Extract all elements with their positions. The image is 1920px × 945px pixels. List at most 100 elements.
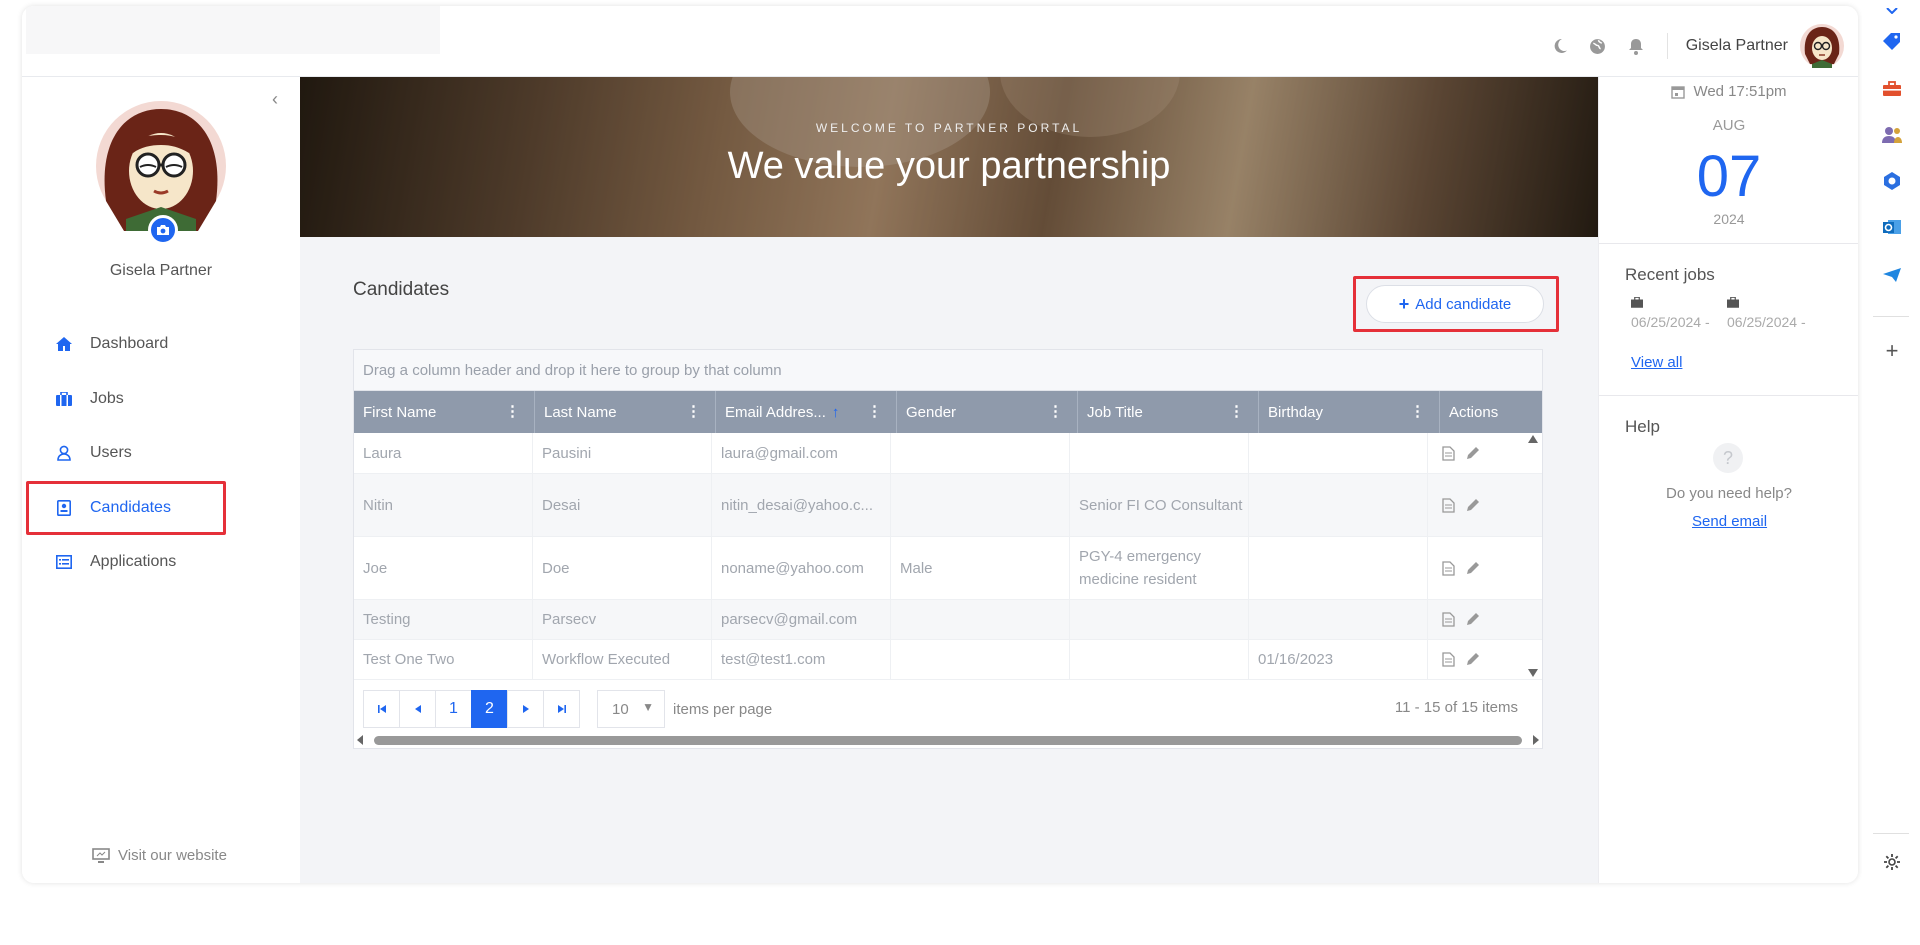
sidebar-item-users[interactable]: Users: [22, 426, 300, 481]
sidebar-item-label: Dashboard: [90, 335, 169, 353]
plus-icon: +: [1398, 293, 1410, 314]
first-page-icon[interactable]: [363, 690, 400, 728]
recent-job-item[interactable]: 06/25/2024 -: [1631, 297, 1727, 330]
outlook-icon[interactable]: [1881, 216, 1903, 238]
briefcase-icon: [52, 389, 76, 409]
page-title: Candidates: [353, 279, 450, 300]
user-icon: [52, 443, 76, 463]
view-all-link[interactable]: View all: [1631, 354, 1682, 371]
table-header: First Name ⋮ Last Name ⋮ Email Addres... ↑ ⋮…: [354, 391, 1542, 433]
candidates-grid: Drag a column header and drop it here to…: [353, 349, 1543, 749]
column-menu-icon[interactable]: ⋮: [686, 402, 701, 420]
logo-area: [26, 6, 440, 54]
gear-icon[interactable]: [1881, 851, 1903, 873]
edit-pencil-icon[interactable]: [1465, 561, 1480, 576]
bell-icon[interactable]: [1625, 35, 1647, 57]
view-document-icon[interactable]: [1442, 612, 1455, 627]
column-menu-icon[interactable]: ⋮: [867, 402, 882, 420]
add-candidate-label: Add candidate: [1415, 295, 1512, 313]
question-icon: ?: [1713, 443, 1743, 473]
recent-job-item[interactable]: 06/25/2024 -: [1727, 297, 1823, 330]
copilot-icon[interactable]: [1881, 170, 1903, 192]
column-header-birthday[interactable]: Birthday ⋮: [1259, 391, 1440, 433]
column-menu-icon[interactable]: ⋮: [1410, 402, 1425, 420]
send-icon[interactable]: [1881, 264, 1903, 286]
help-text: Do you need help?: [1666, 485, 1792, 502]
date-day: 07: [1696, 144, 1762, 209]
divider: [1666, 33, 1668, 59]
edit-pencil-icon[interactable]: [1465, 498, 1480, 513]
pagination: 1 2 10 ▼ items per page: [363, 690, 772, 728]
briefcase-icon: [1727, 297, 1823, 308]
camera-icon[interactable]: [148, 215, 178, 245]
row-actions: [1428, 640, 1490, 679]
page-button-current[interactable]: 2: [471, 690, 508, 728]
vertical-scrollbar[interactable]: [1524, 433, 1542, 680]
list-icon: [52, 552, 76, 572]
view-document-icon[interactable]: [1442, 560, 1455, 576]
banner-title: We value your partnership: [727, 145, 1171, 187]
sidebar-item-candidates[interactable]: Candidates: [22, 480, 300, 536]
column-header-email[interactable]: Email Addres... ↑ ⋮: [716, 391, 897, 433]
app-launcher-strip: +: [1862, 0, 1920, 945]
sidebar-item-dashboard[interactable]: Dashboard: [22, 317, 300, 372]
page-size-select[interactable]: 10 ▼: [597, 690, 665, 728]
topbar-user-name[interactable]: Gisela Partner: [1686, 37, 1788, 55]
table-row[interactable]: Nitin Desai nitin_desai@yahoo.c... Senio…: [354, 474, 1542, 537]
recent-jobs-list: 06/25/2024 - 06/25/2024 -: [1631, 297, 1823, 330]
last-page-icon[interactable]: [543, 690, 580, 728]
previous-page-icon[interactable]: [399, 690, 436, 728]
send-email-link[interactable]: Send email: [1692, 513, 1767, 530]
view-document-icon[interactable]: [1442, 497, 1455, 513]
calendar-icon: [1671, 85, 1686, 99]
sidebar-item-applications[interactable]: Applications: [22, 535, 300, 590]
column-header-first-name[interactable]: First Name ⋮: [354, 391, 535, 433]
column-header-last-name[interactable]: Last Name ⋮: [535, 391, 716, 433]
moon-icon[interactable]: [1549, 35, 1571, 57]
profile-avatar[interactable]: [96, 101, 226, 231]
column-header-job-title[interactable]: Job Title ⋮: [1078, 391, 1259, 433]
column-menu-icon[interactable]: ⋮: [1229, 402, 1244, 420]
user-avatar[interactable]: [1800, 24, 1844, 68]
edit-pencil-icon[interactable]: [1465, 446, 1480, 461]
sort-ascending-icon: ↑: [831, 403, 840, 421]
table-row[interactable]: Testing Parsecv parsecv@gmail.com: [354, 600, 1542, 640]
tag-icon[interactable]: [1881, 30, 1903, 52]
visit-website-link[interactable]: Visit our website: [92, 847, 227, 864]
table-row[interactable]: Laura Pausini laura@gmail.com: [354, 433, 1542, 474]
briefcase-icon: [1631, 297, 1727, 308]
top-actions: Gisela Partner: [1533, 24, 1844, 68]
collapse-sidebar-icon[interactable]: ‹: [272, 89, 278, 110]
page-button[interactable]: 1: [435, 690, 472, 728]
horizontal-scrollbar[interactable]: [354, 731, 1542, 749]
edit-pencil-icon[interactable]: [1465, 652, 1480, 667]
edit-pencil-icon[interactable]: [1465, 612, 1480, 627]
view-document-icon[interactable]: [1442, 445, 1455, 461]
divider: [1873, 833, 1909, 834]
monitor-icon: [92, 847, 110, 864]
sidebar-item-jobs[interactable]: Jobs: [22, 372, 300, 427]
table-row[interactable]: Joe Doe noname@yahoo.com Male PGY-4 emer…: [354, 537, 1542, 600]
visit-website-label: Visit our website: [118, 847, 227, 864]
add-app-icon[interactable]: +: [1881, 338, 1903, 363]
table-row[interactable]: Test One Two Workflow Executed test@test…: [354, 640, 1542, 680]
next-page-icon[interactable]: [507, 690, 544, 728]
view-document-icon[interactable]: [1442, 652, 1455, 667]
toolbox-icon[interactable]: [1881, 78, 1903, 100]
group-drop-area[interactable]: Drag a column header and drop it here to…: [354, 350, 1542, 391]
date-year: 2024: [1713, 211, 1745, 227]
people-icon[interactable]: [1881, 124, 1903, 146]
globe-icon[interactable]: [1587, 35, 1609, 57]
add-candidate-button[interactable]: + Add candidate: [1366, 285, 1544, 323]
column-header-gender[interactable]: Gender ⋮: [897, 391, 1078, 433]
row-actions: [1428, 600, 1490, 639]
row-actions: [1428, 474, 1490, 536]
main-content: WELCOME TO PARTNER PORTAL We value your …: [300, 77, 1598, 883]
arrow-icon[interactable]: [1881, 0, 1903, 22]
column-menu-icon[interactable]: ⋮: [505, 402, 520, 420]
sidebar-item-label: Applications: [90, 553, 177, 571]
recent-jobs-title: Recent jobs: [1625, 265, 1715, 284]
welcome-banner: WELCOME TO PARTNER PORTAL We value your …: [300, 77, 1598, 237]
sidebar: ‹ Gisela Partner Dashboard Jobs Users Ca…: [22, 77, 300, 883]
column-menu-icon[interactable]: ⋮: [1048, 402, 1063, 420]
